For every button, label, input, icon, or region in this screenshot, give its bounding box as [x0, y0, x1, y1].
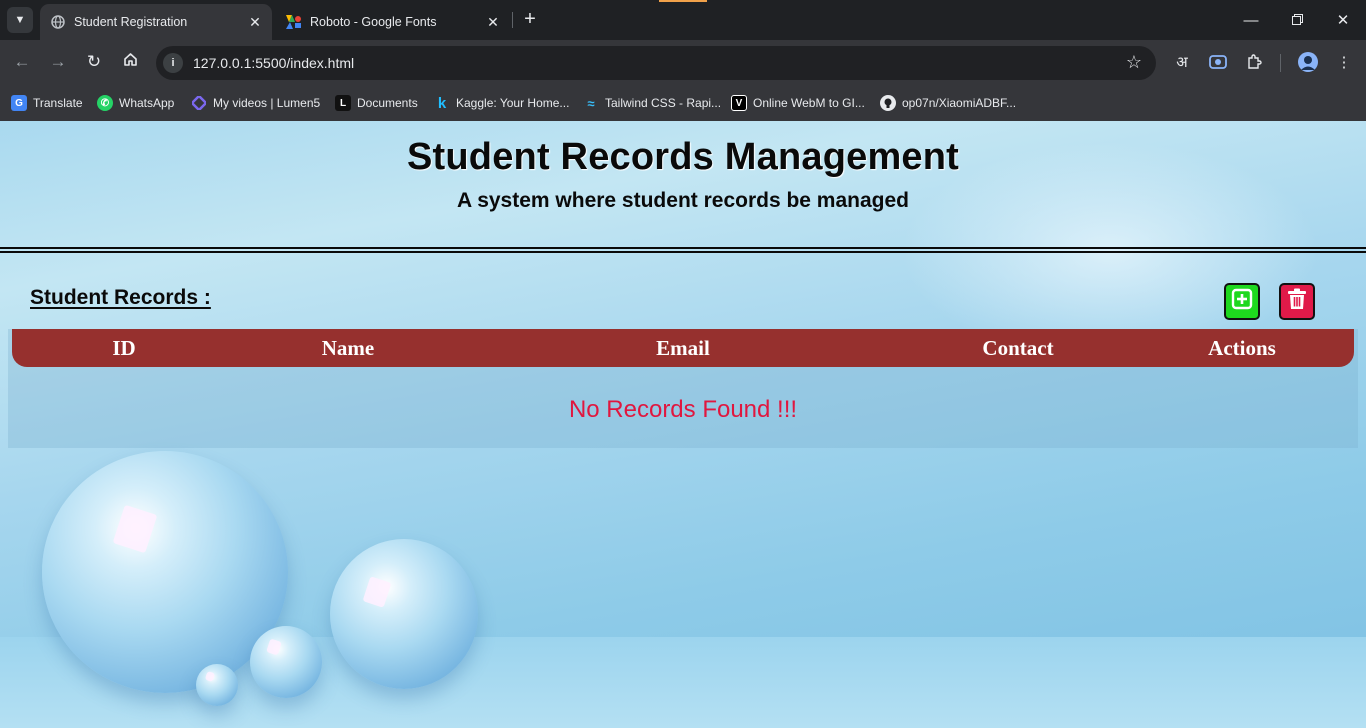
tab-title: Roboto - Google Fonts	[310, 15, 437, 29]
bookmark-lumen5[interactable]: My videos | Lumen5	[191, 92, 320, 114]
restore-icon	[1291, 12, 1303, 29]
decorative-sphere	[196, 664, 238, 706]
url-text[interactable]: 127.0.0.1:5500/index.html	[193, 55, 354, 71]
column-header-actions: Actions	[1208, 336, 1276, 360]
window-accent	[659, 0, 707, 2]
profile-avatar[interactable]	[1296, 50, 1320, 74]
plus-icon: +	[524, 8, 536, 30]
screen-capture-icon[interactable]	[1206, 50, 1230, 74]
whatsapp-icon: ✆	[97, 95, 113, 111]
close-icon[interactable]: ✕	[246, 13, 264, 31]
add-record-button[interactable]	[1224, 283, 1260, 320]
page-viewport: Student Records Management A system wher…	[0, 121, 1366, 728]
arrow-left-icon: ←	[13, 52, 31, 71]
forward-button[interactable]: →	[45, 49, 71, 75]
tab-divider	[512, 12, 513, 28]
trash-icon	[1287, 288, 1307, 315]
bookmark-kaggle[interactable]: k Kaggle: Your Home...	[434, 92, 570, 114]
bookmark-star-icon[interactable]: ☆	[1126, 52, 1142, 73]
bookmark-tailwind[interactable]: ≈ Tailwind CSS - Rapi...	[583, 92, 721, 114]
translate-page-icon[interactable]: अ	[1170, 50, 1194, 74]
reload-icon: ↻	[86, 52, 102, 71]
documents-icon: L	[335, 95, 351, 111]
header-divider	[0, 247, 1366, 249]
column-header-contact: Contact	[982, 336, 1054, 360]
tab-student-registration[interactable]: Student Registration ✕	[40, 4, 272, 40]
google-translate-icon: G	[11, 95, 27, 111]
decorative-sphere	[330, 539, 478, 689]
bookmark-label: Kaggle: Your Home...	[456, 96, 570, 110]
minimize-button[interactable]: —	[1228, 6, 1274, 34]
tab-search-button[interactable]: ▼	[7, 7, 33, 33]
lumen5-icon	[191, 95, 207, 111]
close-icon: ✕	[1336, 12, 1350, 29]
section-title: Student Records :	[30, 286, 211, 309]
home-button[interactable]	[117, 49, 143, 75]
close-window-button[interactable]: ✕	[1320, 6, 1366, 34]
bookmark-label: WhatsApp	[119, 96, 175, 110]
bookmark-label: op07n/XiaomiADBF...	[902, 96, 1017, 110]
github-icon	[880, 95, 896, 111]
bookmark-label: My videos | Lumen5	[213, 96, 321, 110]
globe-icon	[50, 14, 66, 30]
home-icon	[123, 52, 138, 72]
bookmark-webm-to-gif[interactable]: V Online WebM to GI...	[731, 92, 865, 114]
site-info-icon[interactable]: i	[163, 53, 183, 73]
extensions-icon[interactable]	[1242, 50, 1266, 74]
tab-title: Student Registration	[74, 15, 188, 29]
table-header-row: ID Name Email Contact Actions	[12, 329, 1354, 367]
plus-square-icon	[1231, 288, 1253, 315]
records-table: ID Name Email Contact Actions No Records…	[8, 329, 1358, 448]
column-header-id: ID	[112, 336, 136, 360]
reload-button[interactable]: ↻	[81, 49, 107, 75]
arrow-right-icon: →	[49, 52, 67, 71]
kaggle-icon: k	[437, 94, 447, 112]
minimize-icon: —	[1243, 11, 1259, 29]
tab-roboto-google-fonts[interactable]: Roboto - Google Fonts ✕	[276, 4, 510, 40]
browser-toolbar: ← → ↻ i 127.0.0.1:5500/index.html ☆ अ ⋮	[0, 40, 1366, 85]
v-icon: V	[731, 95, 747, 111]
page-title: Student Records Management	[406, 136, 960, 178]
column-header-name: Name	[321, 336, 375, 360]
bookmark-label: Tailwind CSS - Rapi...	[605, 96, 722, 110]
tab-strip: ▼ Student Registration ✕ Roboto - Google…	[0, 0, 1366, 40]
bookmark-translate[interactable]: G Translate	[11, 92, 83, 114]
decorative-sphere	[250, 626, 322, 698]
restore-button[interactable]	[1274, 6, 1320, 34]
page-subtitle: A system where student records be manage…	[456, 189, 910, 212]
bookmark-label: Documents	[357, 96, 418, 110]
column-header-email: Email	[656, 336, 710, 360]
delete-all-button[interactable]	[1279, 283, 1315, 320]
address-bar[interactable]: i 127.0.0.1:5500/index.html ☆	[156, 46, 1156, 80]
bookmarks-bar: G Translate ✆ WhatsApp My videos | Lumen…	[0, 85, 1366, 121]
bookmark-label: Translate	[33, 96, 83, 110]
new-tab-button[interactable]: +	[519, 9, 541, 31]
google-fonts-icon	[286, 14, 302, 30]
bookmark-label: Online WebM to GI...	[753, 96, 865, 110]
empty-records-message: No Records Found !!!	[568, 396, 798, 423]
bookmark-documents[interactable]: L Documents	[335, 92, 418, 114]
bookmark-github[interactable]: op07n/XiaomiADBF...	[880, 92, 1016, 114]
bookmark-whatsapp[interactable]: ✆ WhatsApp	[97, 92, 174, 114]
toolbar-divider	[1280, 54, 1281, 72]
header-divider	[0, 251, 1366, 253]
tailwind-icon: ≈	[587, 95, 595, 111]
close-icon[interactable]: ✕	[484, 13, 502, 31]
page-header: Student Records Management A system wher…	[0, 121, 1366, 247]
more-menu-icon[interactable]: ⋮	[1332, 50, 1356, 74]
chevron-down-icon: ▼	[14, 14, 26, 26]
back-button[interactable]: ←	[9, 49, 35, 75]
